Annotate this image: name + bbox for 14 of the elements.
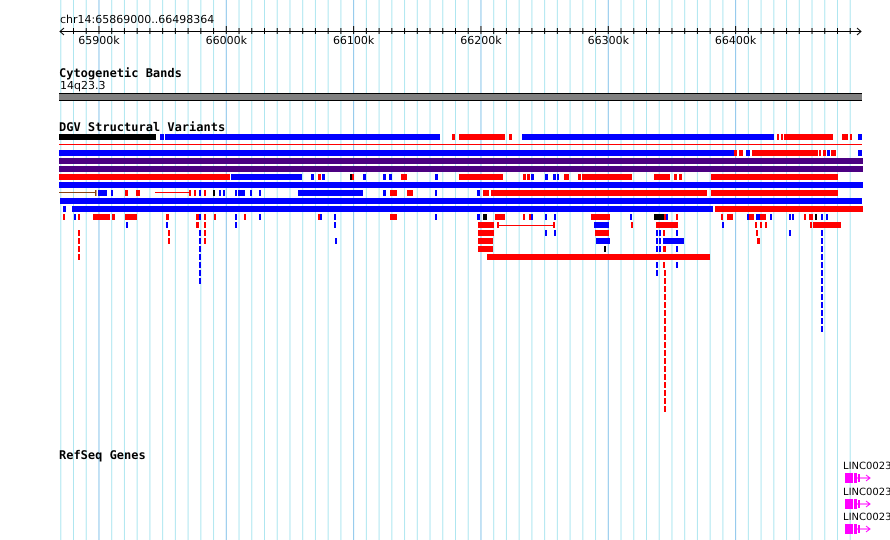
gene-model-icon	[845, 473, 871, 483]
tick-label: 66100k	[332, 35, 376, 47]
gene-model-icon	[845, 498, 871, 508]
tick-label: 66300k	[586, 35, 630, 47]
track-title: RefSeq Genes	[59, 449, 146, 462]
tick-label: 65900k	[77, 35, 121, 47]
tick-label: 66400k	[714, 35, 758, 47]
region-label: chr14:65869000..66498364	[60, 14, 214, 26]
track-title: Cytogenetic Bands	[59, 67, 182, 80]
tick-label: 66200k	[459, 35, 503, 47]
tick-label: 66000k	[204, 35, 248, 47]
band-label: 14q23.3	[60, 80, 106, 92]
track-title: DGV Structural Variants	[59, 121, 226, 134]
gene-model-icon	[845, 524, 871, 534]
